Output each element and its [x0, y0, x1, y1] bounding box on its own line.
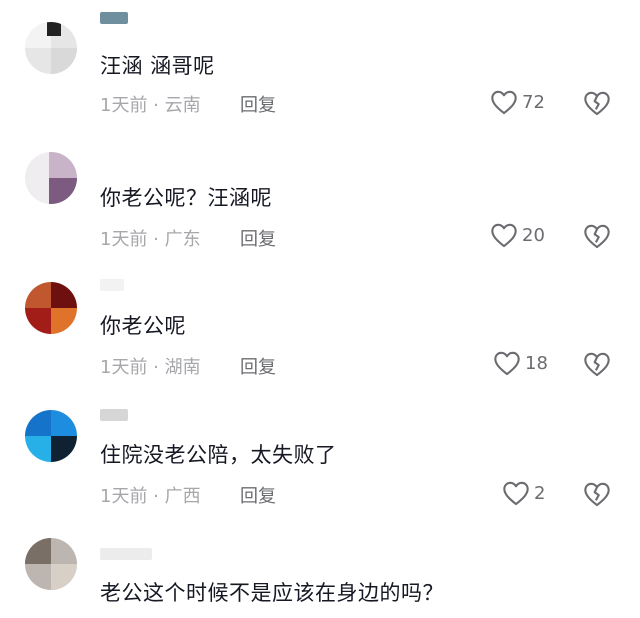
reply-button[interactable]: 回复 [240, 482, 276, 508]
broken-heart-icon[interactable] [583, 480, 611, 508]
comment-meta: 1天前 · 云南 [100, 91, 201, 117]
comment-item: 住院没老公陪，太失败了 1天前 · 广西 回复 2 [0, 395, 640, 530]
avatar[interactable] [25, 410, 77, 462]
comment-location: 广西 [164, 486, 201, 507]
meta-separator: · [147, 357, 165, 378]
like-button[interactable]: 20 [490, 220, 545, 250]
like-count: 72 [522, 91, 545, 113]
comment-item: 汪涵 涵哥呢 1天前 · 云南 回复 72 [0, 0, 640, 130]
meta-separator: · [147, 229, 165, 250]
like-count: 18 [525, 352, 548, 374]
comment-time: 1天前 [100, 357, 148, 378]
reply-button[interactable]: 回复 [240, 91, 276, 117]
username[interactable] [100, 548, 152, 560]
username[interactable] [100, 279, 124, 291]
comment-time: 1天前 [100, 229, 148, 250]
comment-text: 汪涵 涵哥呢 [100, 54, 215, 78]
heart-outline-icon [491, 90, 517, 115]
reply-button[interactable]: 回复 [240, 225, 276, 251]
comment-time: 1天前 [100, 486, 148, 507]
heart-outline-icon [494, 351, 520, 376]
comment-text: 老公这个时候不是应该在身边的吗？ [100, 581, 444, 605]
comment-meta: 1天前 · 广东 [100, 225, 201, 251]
avatar[interactable] [25, 282, 77, 334]
reply-button[interactable]: 回复 [240, 353, 276, 379]
comment-location: 云南 [164, 95, 201, 116]
avatar[interactable] [25, 152, 77, 204]
comment-text: 住院没老公陪，太失败了 [100, 443, 337, 467]
like-button[interactable]: 72 [490, 87, 545, 117]
like-button[interactable]: 18 [493, 348, 548, 378]
comment-time: 1天前 [100, 95, 148, 116]
broken-heart-icon[interactable] [583, 222, 611, 250]
broken-heart-icon[interactable] [583, 89, 611, 117]
comment-item: 老公这个时候不是应该在身边的吗？ [0, 530, 640, 618]
comment-item: 你老公呢 1天前 · 湖南 回复 18 [0, 265, 640, 395]
heart-outline-icon [491, 223, 517, 248]
comment-meta: 1天前 · 湖南 [100, 353, 201, 379]
meta-separator: · [147, 95, 165, 116]
like-count: 2 [534, 482, 546, 504]
comment-meta: 1天前 · 广西 [100, 482, 201, 508]
like-count: 20 [522, 224, 545, 246]
avatar[interactable] [25, 538, 77, 590]
avatar[interactable] [25, 22, 77, 74]
comment-text: 你老公呢 [100, 314, 186, 338]
comment-location: 湖南 [164, 357, 201, 378]
heart-outline-icon [503, 481, 529, 506]
comment-text: 你老公呢？汪涵呢 [100, 186, 272, 210]
broken-heart-icon[interactable] [583, 350, 611, 378]
comment-location: 广东 [164, 229, 201, 250]
meta-separator: · [147, 486, 165, 507]
username[interactable] [100, 12, 128, 24]
comment-item: 你老公呢？汪涵呢 1天前 · 广东 回复 20 [0, 130, 640, 265]
like-button[interactable]: 2 [502, 478, 545, 508]
username[interactable] [100, 409, 128, 421]
